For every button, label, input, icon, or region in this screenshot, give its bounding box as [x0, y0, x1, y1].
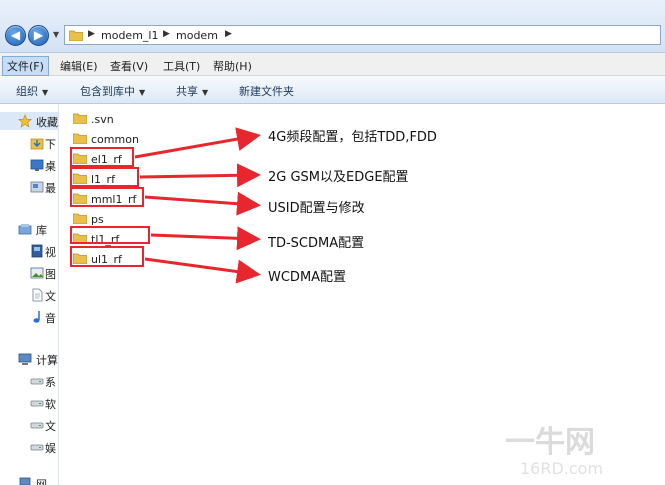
nav-item-label: 图 [45, 268, 56, 281]
picture-library-icon [30, 266, 44, 283]
include-library-button[interactable]: 包含到库中 ▼ [80, 83, 145, 99]
chevron-down-icon: ▼ [42, 88, 49, 97]
address-bar-area: ◀ ▶ ▼ ▶ modem_l1 ▶ modem ▶ [0, 0, 665, 53]
desktop-icon [30, 158, 44, 175]
svg-text:一牛网: 一牛网 [505, 425, 595, 460]
menu-bar: 文件(F) 编辑(E) 查看(V) 工具(T) 帮助(H) [0, 53, 665, 76]
nav-item-recent[interactable]: 最 [0, 178, 58, 196]
nav-item-drive[interactable]: 文 [0, 416, 58, 434]
nav-favorites-label: 收藏 [36, 116, 58, 129]
chevron-down-icon: ▼ [139, 88, 146, 97]
annotation-text-2g: 2G GSM以及EDGE配置 [268, 170, 409, 185]
breadcrumb-modem-l1[interactable]: modem_l1 [101, 29, 158, 42]
folder-icon [69, 30, 83, 41]
annotation-text-wcdma: WCDMA配置 [268, 270, 347, 285]
menu-file[interactable]: 文件(F) [2, 56, 49, 76]
annotation-text-4g: 4G频段配置，包括TDD,FDD [268, 130, 437, 145]
nav-computer[interactable]: 计算 [0, 350, 58, 368]
share-button[interactable]: 共享 ▼ [176, 83, 208, 99]
nav-item-label: 软 [45, 398, 56, 411]
share-label: 共享 [176, 85, 198, 98]
nav-item-drive[interactable]: 娱 [0, 438, 58, 456]
nav-favorites[interactable]: 收藏 [0, 112, 58, 130]
annotation-text-usid: USID配置与修改 [268, 201, 365, 216]
address-box[interactable]: ▶ modem_l1 ▶ modem ▶ [64, 25, 661, 45]
menu-help[interactable]: 帮助(H) [209, 57, 256, 75]
nav-item-label: 文 [45, 420, 56, 433]
arrow-icon [150, 226, 261, 251]
star-icon [18, 114, 32, 131]
arrow-icon [144, 191, 261, 216]
navigation-pane[interactable]: 收藏 下 桌 最 库 视 图 文 音 计算 系 软 文 娱 网 [0, 104, 59, 485]
nav-item-drive[interactable]: 系 [0, 372, 58, 390]
nav-libraries[interactable]: 库 [0, 220, 58, 238]
command-toolbar: 组织 ▼ 包含到库中 ▼ 共享 ▼ 新建文件夹 [0, 76, 665, 104]
svg-text:16RD.com: 16RD.com [520, 459, 603, 478]
nav-network-label: 网 [36, 478, 47, 485]
nav-item-downloads[interactable]: 下 [0, 134, 58, 152]
forward-arrow-icon[interactable]: ▶ [28, 25, 49, 46]
nav-computer-label: 计算 [36, 354, 58, 367]
breadcrumb-separator-icon[interactable]: ▶ [225, 29, 232, 39]
breadcrumb-modem[interactable]: modem [176, 29, 218, 42]
nav-item-pictures[interactable]: 图 [0, 264, 58, 282]
menu-tools[interactable]: 工具(T) [159, 57, 204, 75]
nav-item-videos[interactable]: 视 [0, 242, 58, 260]
breadcrumb-separator-icon[interactable]: ▶ [88, 29, 95, 39]
downloads-folder-icon [30, 136, 44, 153]
recent-places-icon [30, 180, 44, 197]
recent-pages-chevron-icon[interactable]: ▼ [53, 30, 59, 39]
nav-item-label: 娱 [45, 442, 56, 455]
arrow-icon [144, 257, 261, 284]
video-library-icon [30, 244, 44, 261]
annotation-text-tdscdma: TD-SCDMA配置 [268, 236, 365, 251]
drive-icon [30, 440, 44, 457]
nav-item-label: 视 [45, 246, 56, 259]
nav-libraries-label: 库 [36, 224, 47, 237]
nav-item-label: 文 [45, 290, 56, 303]
network-icon [18, 476, 32, 485]
nav-item-music[interactable]: 音 [0, 308, 58, 326]
breadcrumb-separator-icon[interactable]: ▶ [163, 29, 170, 39]
drive-icon [30, 396, 44, 413]
nav-item-documents[interactable]: 文 [0, 286, 58, 304]
organize-label: 组织 [16, 85, 38, 98]
nav-item-label: 最 [45, 182, 56, 195]
chevron-down-icon: ▼ [202, 88, 209, 97]
organize-button[interactable]: 组织 ▼ [16, 83, 48, 99]
back-arrow-icon[interactable]: ◀ [5, 25, 26, 46]
document-library-icon [30, 288, 44, 305]
watermark-logo: 一牛网 16RD.com [505, 425, 603, 478]
drive-icon [30, 374, 44, 391]
new-folder-button[interactable]: 新建文件夹 [239, 83, 294, 99]
menu-edit[interactable]: 编辑(E) [56, 57, 102, 75]
include-library-label: 包含到库中 [80, 85, 135, 98]
nav-network[interactable]: 网 [0, 474, 58, 485]
arrow-icon [134, 127, 261, 159]
nav-item-desktop[interactable]: 桌 [0, 156, 58, 174]
nav-item-label: 桌 [45, 160, 56, 173]
music-note-icon [30, 310, 44, 327]
nav-item-label: 下 [45, 138, 56, 151]
library-icon [18, 222, 32, 239]
nav-item-label: 音 [45, 312, 56, 325]
arrow-icon [139, 163, 261, 188]
nav-item-drive[interactable]: 软 [0, 394, 58, 412]
nav-item-label: 系 [45, 376, 56, 389]
computer-icon [18, 352, 32, 369]
drive-icon [30, 418, 44, 435]
menu-view[interactable]: 查看(V) [106, 57, 152, 75]
